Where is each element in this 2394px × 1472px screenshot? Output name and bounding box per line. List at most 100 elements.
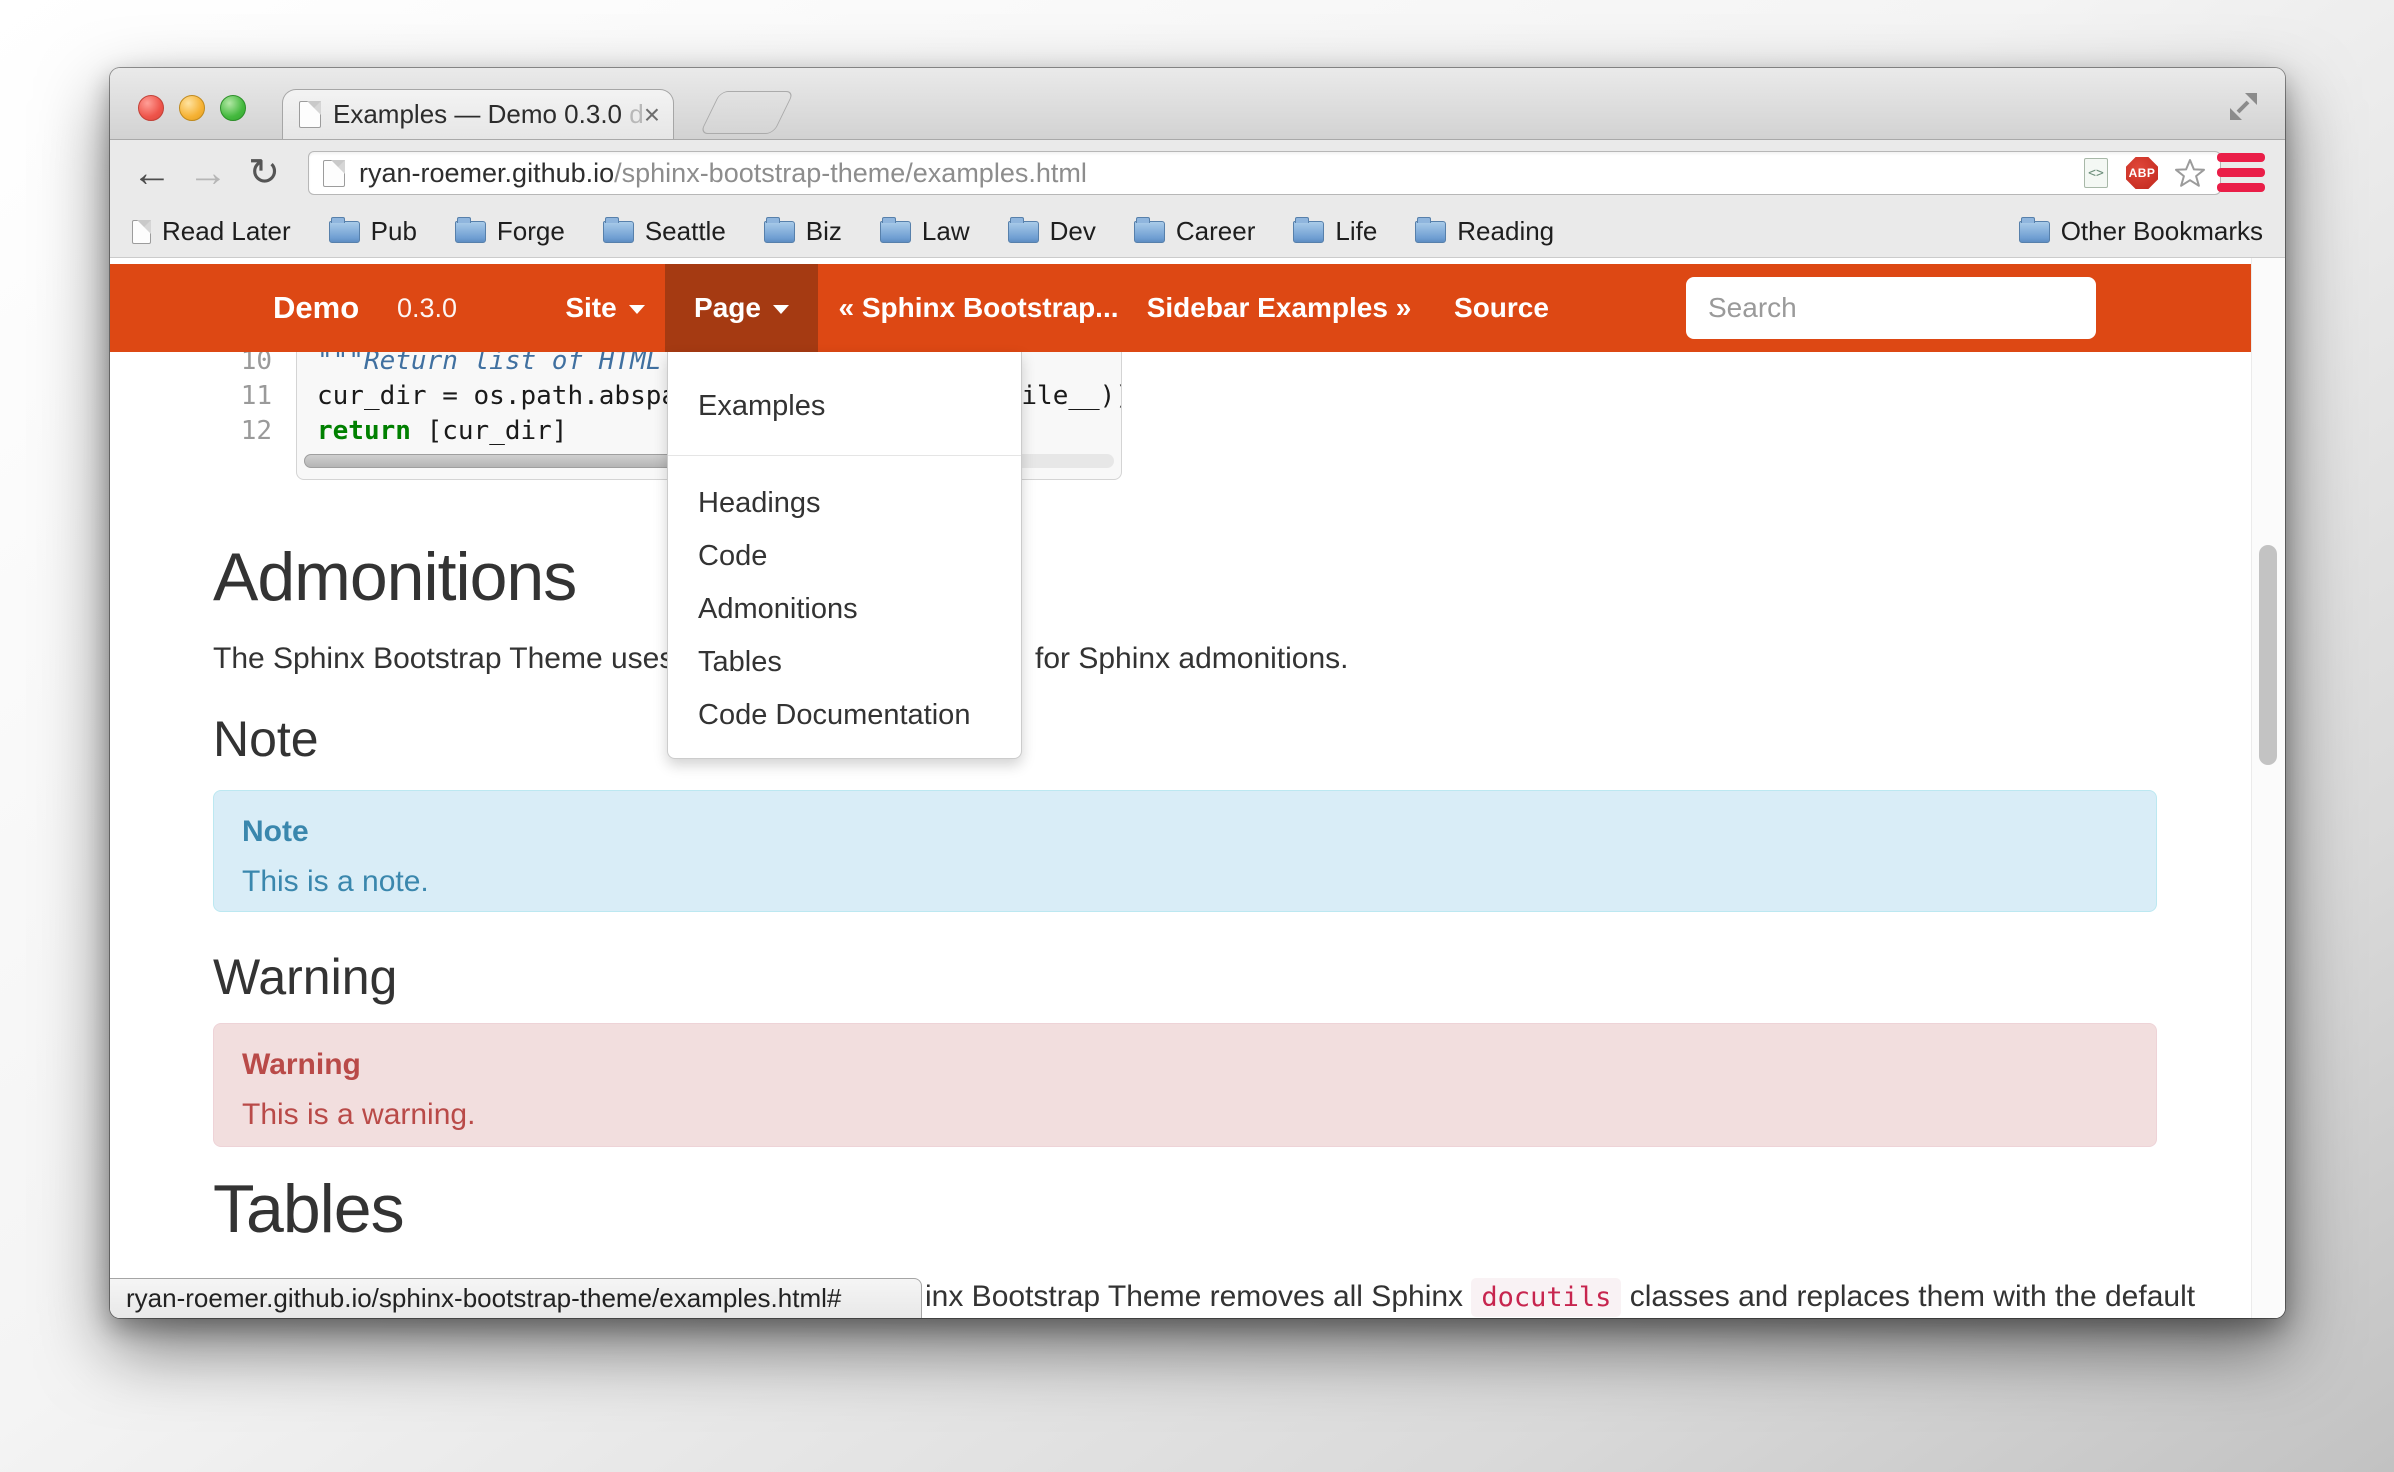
navbar-version: 0.3.0 — [397, 264, 457, 352]
menu-item-tables[interactable]: Tables — [668, 636, 1021, 689]
folder-icon — [603, 221, 634, 243]
bookmark-label: Read Later — [162, 216, 291, 247]
fragment-post: classes and replaces them with the defau… — [1621, 1280, 2195, 1313]
bookmark-folder-dev[interactable]: Dev — [1008, 216, 1096, 247]
adblock-plus-icon[interactable]: ABP — [2126, 157, 2158, 189]
bookmark-folder-seattle[interactable]: Seattle — [603, 216, 726, 247]
minimize-window-button[interactable] — [179, 95, 205, 121]
folder-icon — [1134, 221, 1165, 243]
tab-title: Examples — Demo 0.3.0 d — [333, 99, 644, 130]
note-body: This is a note. — [242, 865, 2128, 899]
tables-intro-fragment: inx Bootstrap Theme removes all Sphinx d… — [925, 1280, 2195, 1314]
note-admonition-box: Note This is a note. — [213, 790, 2157, 912]
url-page-icon — [323, 160, 345, 187]
bookmark-label: Dev — [1050, 216, 1096, 247]
url-host: ryan-roemer.github.io — [359, 158, 614, 188]
folder-icon — [1293, 221, 1324, 243]
bookmark-label: Law — [922, 216, 970, 247]
folder-icon — [880, 221, 911, 243]
code-return-keyword: return — [317, 416, 411, 446]
intro-text-right: for Sphinx admonitions. — [1035, 642, 1349, 676]
window-controls — [138, 95, 246, 121]
browser-menu-icon[interactable] — [2217, 153, 2265, 198]
menu-item-code[interactable]: Code — [668, 530, 1021, 583]
bookmark-page-icon — [132, 220, 151, 244]
bookmark-read-later[interactable]: Read Later — [132, 216, 291, 247]
page-content: 10 11 12 """Return list of HTML theme pa… — [110, 258, 2285, 1318]
bookmark-folder-life[interactable]: Life — [1293, 216, 1377, 247]
menu-divider — [668, 455, 1021, 456]
bookmark-folder-career[interactable]: Career — [1134, 216, 1255, 247]
bookmark-label: Pub — [371, 216, 417, 247]
bookmark-label: Life — [1335, 216, 1377, 247]
vertical-scrollbar-thumb[interactable] — [2259, 545, 2277, 765]
line-number: 12 — [228, 414, 272, 449]
bookmarks-bar: Read Later Pub Forge Seattle Biz Law Dev — [110, 206, 2285, 258]
page-dropdown-menu: Examples Headings Code Admonitions Table… — [667, 352, 1022, 759]
bookmark-folder-law[interactable]: Law — [880, 216, 970, 247]
docutils-inline-code: docutils — [1471, 1278, 1621, 1317]
bookmark-folder-pub[interactable]: Pub — [329, 216, 417, 247]
nav-label: Page — [694, 292, 761, 323]
menu-item-headings[interactable]: Headings — [668, 477, 1021, 530]
fullscreen-expand-icon[interactable] — [2225, 88, 2261, 124]
note-title: Note — [242, 815, 2128, 849]
menu-item-examples[interactable]: Examples — [668, 380, 1021, 434]
zoom-window-button[interactable] — [220, 95, 246, 121]
warning-title: Warning — [242, 1048, 2128, 1082]
folder-icon — [1008, 221, 1039, 243]
folder-icon — [329, 221, 360, 243]
admonitions-heading: Admonitions — [213, 538, 576, 616]
url-text[interactable]: ryan-roemer.github.io/sphinx-bootstrap-t… — [359, 158, 1087, 189]
forward-icon[interactable]: → — [180, 153, 236, 193]
back-icon[interactable]: ← — [124, 153, 180, 193]
bookmark-label: Other Bookmarks — [2061, 216, 2263, 247]
folder-icon — [2019, 221, 2050, 243]
nav-item-site[interactable]: Site — [540, 264, 670, 352]
browser-window: Examples — Demo 0.3.0 d × ← → ↻ ryan-roe… — [110, 68, 2285, 1318]
tab-close-icon[interactable]: × — [644, 101, 660, 129]
title-bar: Examples — Demo 0.3.0 d × — [110, 68, 2285, 140]
tab-title-truncated: d — [629, 99, 643, 129]
menu-bar-line — [2217, 168, 2265, 177]
status-bubble: ryan-roemer.github.io/sphinx-bootstrap-t… — [110, 1278, 922, 1318]
new-tab-button[interactable] — [700, 91, 795, 134]
bookmark-label: Forge — [497, 216, 565, 247]
bookmark-label: Reading — [1457, 216, 1554, 247]
vertical-scrollbar[interactable] — [2251, 258, 2285, 1318]
intro-text-left: The Sphinx Bootstrap Theme uses th — [213, 642, 708, 676]
bookmark-label: Biz — [806, 216, 842, 247]
bookmark-label: Seattle — [645, 216, 726, 247]
close-window-button[interactable] — [138, 95, 164, 121]
url-path: /sphinx-bootstrap-theme/examples.html — [614, 158, 1087, 188]
browser-toolbar: ← → ↻ ryan-roemer.github.io/sphinx-boots… — [110, 140, 2285, 206]
menu-item-admonitions[interactable]: Admonitions — [668, 583, 1021, 636]
bookmark-label: Career — [1176, 216, 1255, 247]
nav-item-next-sidebar-examples[interactable]: Sidebar Examples » — [1125, 264, 1433, 352]
code-view-icon[interactable]: <> — [2084, 158, 2108, 188]
folder-icon — [455, 221, 486, 243]
warning-heading: Warning — [213, 948, 397, 1006]
code-line-numbers: 10 11 12 — [228, 344, 272, 449]
nav-item-page[interactable]: Page — [665, 264, 818, 352]
nav-item-prev-sphinx-bootstrap[interactable]: « Sphinx Bootstrap... — [810, 264, 1147, 352]
nav-label: Sidebar Examples » — [1147, 292, 1412, 323]
note-heading: Note — [213, 710, 319, 768]
tab-favicon-page-icon — [299, 101, 321, 128]
nav-item-source[interactable]: Source — [1428, 264, 1575, 352]
browser-tab[interactable]: Examples — Demo 0.3.0 d × — [282, 89, 674, 139]
bookmark-folder-forge[interactable]: Forge — [455, 216, 565, 247]
bookmark-folder-biz[interactable]: Biz — [764, 216, 842, 247]
menu-bar-line — [2217, 153, 2265, 162]
navbar-brand[interactable]: Demo — [273, 264, 359, 352]
site-navbar: Demo 0.3.0 Site Page « Sphinx Bootstrap.… — [110, 264, 2285, 352]
folder-icon — [764, 221, 795, 243]
other-bookmarks[interactable]: Other Bookmarks — [2019, 216, 2263, 247]
bookmark-star-icon[interactable] — [2174, 158, 2206, 188]
reload-icon[interactable]: ↻ — [236, 154, 292, 192]
address-bar[interactable]: ryan-roemer.github.io/sphinx-bootstrap-t… — [308, 151, 2221, 195]
bookmark-folder-reading[interactable]: Reading — [1415, 216, 1554, 247]
search-input[interactable] — [1686, 277, 2096, 339]
menu-item-code-documentation[interactable]: Code Documentation — [668, 689, 1021, 742]
code-return-value: [cur_dir] — [411, 416, 568, 446]
